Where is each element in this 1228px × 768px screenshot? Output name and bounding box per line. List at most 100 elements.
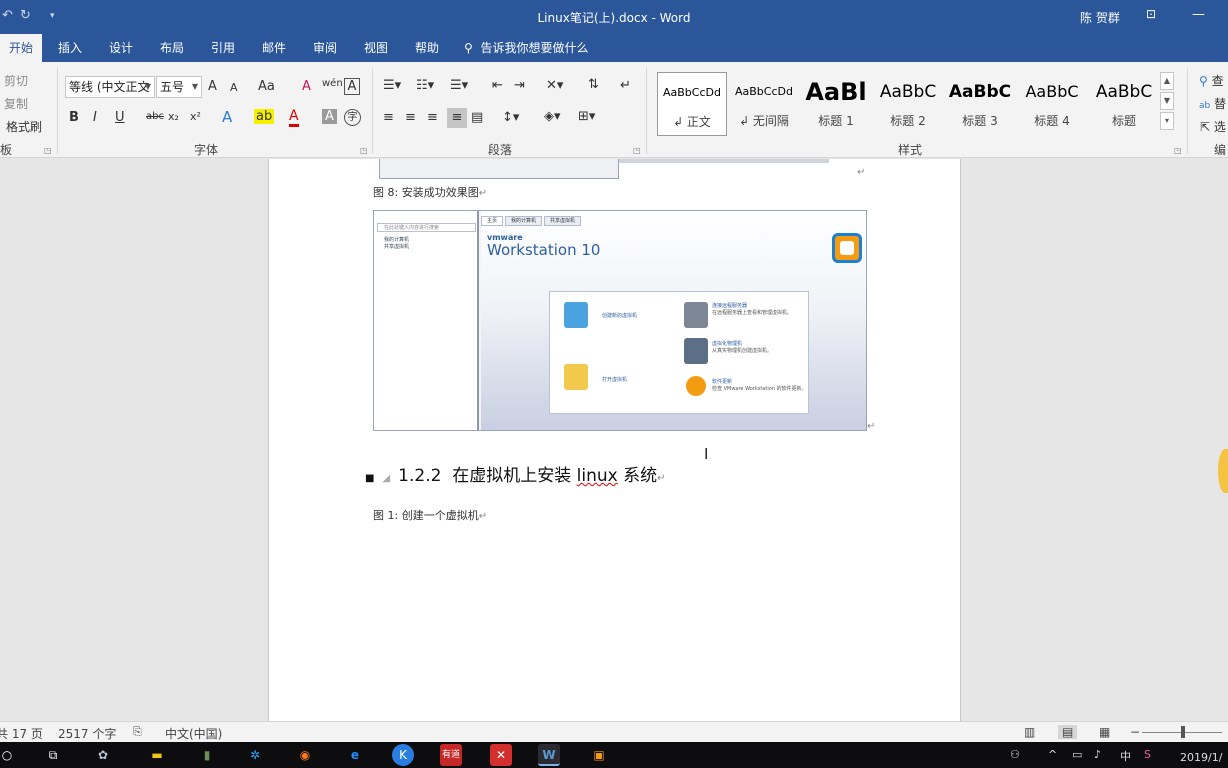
language-indicator[interactable]: 中文(中国) [165, 725, 222, 742]
decrease-indent-icon[interactable]: ⇤ [492, 78, 503, 93]
underline-icon[interactable]: U [115, 110, 125, 125]
style-no-spacing[interactable]: AaBbCcDd ↲ 无间隔 [729, 72, 799, 136]
italic-icon[interactable]: I [93, 110, 97, 125]
subscript-icon[interactable]: x₂ [168, 110, 179, 123]
tab-mailings[interactable]: 邮件 [254, 34, 294, 62]
vmware-screenshot-image[interactable]: 在此处键入内容进行搜索 我的计算机 共享虚拟机 主页 我的计算机 共享虚拟机 vmw… [373, 210, 867, 431]
tell-me-box[interactable]: ⚲ 告诉我你想要做什么 [464, 34, 614, 62]
word-count[interactable]: 2517 个字 [58, 725, 116, 742]
character-border-icon[interactable]: A [344, 78, 360, 95]
bullets-icon[interactable]: ☰▾ [383, 78, 401, 93]
copy-button[interactable]: 复制 [4, 95, 28, 112]
collapse-triangle-icon[interactable]: ◢ [382, 473, 390, 484]
strikethrough-icon[interactable]: abc [146, 111, 164, 122]
font-size-dropdown[interactable]: 五号 ▼ [156, 76, 202, 98]
style-heading-2[interactable]: AaBbC 标题 2 [873, 72, 943, 136]
tab-review[interactable]: 审阅 [305, 34, 345, 62]
tab-view[interactable]: 视图 [356, 34, 396, 62]
ime-indicator[interactable]: 中 [1120, 748, 1131, 764]
asian-layout-icon[interactable]: ✕▾ [546, 78, 563, 93]
font-name-dropdown[interactable]: 等线 (中文正文 ▼ [65, 76, 155, 98]
shading-icon[interactable]: ◈▾ [544, 109, 561, 124]
line-spacing-icon[interactable]: ↕▾ [502, 110, 519, 125]
app-icon[interactable]: ▮ [196, 744, 218, 766]
tab-layout[interactable]: 布局 [152, 34, 192, 62]
show-marks-icon[interactable]: ↵ [620, 78, 631, 93]
find-button[interactable]: ⚲ 查 [1199, 72, 1224, 89]
styles-launcher-icon[interactable]: ◳ [1174, 146, 1182, 155]
increase-indent-icon[interactable]: ⇥ [514, 78, 525, 93]
distributed-icon[interactable]: ▤ [471, 110, 483, 125]
grow-font-icon[interactable]: A [208, 79, 217, 94]
app-icon[interactable]: ✿ [92, 744, 114, 766]
cut-button[interactable]: 剪切 [4, 72, 28, 89]
text-effects-icon[interactable]: A [222, 108, 232, 126]
firefox-icon[interactable]: ◉ [294, 744, 316, 766]
section-heading[interactable]: ■ ◢ 1.2.2 在虚拟机上安装 linux 系统↵ [365, 461, 666, 486]
network-icon[interactable]: ▭ [1072, 748, 1082, 761]
volume-icon[interactable]: ♪ [1094, 748, 1101, 761]
task-view-icon[interactable]: ⧉ [42, 744, 64, 766]
page-count[interactable]: 共 17 页 [0, 725, 43, 742]
clipboard-launcher-icon[interactable]: ◳ [44, 146, 52, 155]
align-right-icon[interactable]: ≡ [427, 110, 438, 125]
shrink-font-icon[interactable]: A [230, 81, 238, 94]
replace-button[interactable]: ab 替 [1199, 95, 1226, 112]
clear-formatting-icon[interactable]: A [302, 79, 311, 94]
read-mode-icon[interactable]: ▥ [1024, 725, 1035, 739]
xmind-icon[interactable]: ✕ [490, 744, 512, 766]
styles-scroll-up-icon[interactable]: ▲ [1160, 72, 1174, 90]
proofing-icon[interactable]: ⎘ [133, 725, 142, 739]
tab-insert[interactable]: 插入 [50, 34, 90, 62]
styles-more-icon[interactable]: ▾ [1160, 112, 1174, 130]
document-area[interactable]: ↵ 图 8: 安装成功效果图↵ 在此处键入内容进行搜索 我的计算机 共享虚拟机 … [0, 159, 1228, 721]
app-k-icon[interactable]: K [392, 744, 414, 766]
figure-caption-1[interactable]: 图 1: 创建一个虚拟机↵ [373, 507, 487, 523]
paragraph-launcher-icon[interactable]: ◳ [633, 146, 641, 155]
sogou-icon[interactable]: S [1144, 748, 1151, 761]
clock[interactable]: 2019/1/ [1180, 751, 1222, 764]
align-left-icon[interactable]: ≡ [383, 110, 394, 125]
zoom-out-icon[interactable]: − [1130, 725, 1140, 739]
ribbon-display-icon[interactable]: ⊡ [1146, 7, 1156, 21]
word-taskbar-icon[interactable]: W [538, 744, 560, 766]
character-shading-icon[interactable]: A [322, 109, 337, 124]
tab-home[interactable]: 开始 [0, 34, 42, 62]
file-explorer-icon[interactable]: ▬ [146, 744, 168, 766]
numbering-icon[interactable]: ☷▾ [416, 78, 434, 93]
tab-references[interactable]: 引用 [203, 34, 243, 62]
highlight-icon[interactable]: ab [254, 109, 275, 124]
people-icon[interactable]: ⚇ [1010, 748, 1020, 761]
web-layout-icon[interactable]: ▦ [1099, 725, 1110, 739]
style-heading-1[interactable]: AaBl 标题 1 [801, 72, 871, 136]
font-color-icon[interactable]: A [289, 108, 299, 127]
tab-design[interactable]: 设计 [101, 34, 141, 62]
tray-expand-icon[interactable]: ^ [1048, 748, 1057, 761]
phonetic-guide-icon[interactable]: wén [322, 78, 343, 89]
superscript-icon[interactable]: x² [190, 110, 201, 123]
tab-help[interactable]: 帮助 [407, 34, 447, 62]
sort-icon[interactable]: ⇅ [588, 77, 599, 92]
edge-icon[interactable]: e [344, 744, 366, 766]
change-case-icon[interactable]: Aa [258, 79, 275, 94]
style-title[interactable]: AaBbC 标题 [1089, 72, 1159, 136]
app-icon[interactable]: ✲ [244, 744, 266, 766]
zoom-slider-thumb[interactable] [1181, 726, 1185, 738]
styles-scroll-down-icon[interactable]: ▼ [1160, 92, 1174, 110]
user-name[interactable]: 陈 贺群 [1080, 9, 1120, 26]
assistant-avatar-icon[interactable] [1218, 449, 1228, 493]
font-launcher-icon[interactable]: ◳ [360, 146, 368, 155]
format-painter-button[interactable]: 格式刷 [6, 118, 42, 135]
enclose-characters-icon[interactable]: 字 [344, 109, 361, 126]
minimize-icon[interactable]: — [1192, 7, 1205, 22]
style-heading-3[interactable]: AaBbC 标题 3 [945, 72, 1015, 136]
borders-icon[interactable]: ⊞▾ [578, 109, 595, 124]
app-red-icon[interactable]: 有道 [440, 744, 462, 766]
justify-icon[interactable]: ≡ [447, 108, 467, 128]
style-normal[interactable]: AaBbCcDd ↲ 正文 [657, 72, 727, 136]
align-center-icon[interactable]: ≡ [405, 110, 416, 125]
multilevel-list-icon[interactable]: ☰▾ [450, 78, 468, 93]
search-icon[interactable]: ○ [0, 744, 18, 766]
bold-icon[interactable]: B [69, 110, 79, 125]
figure-caption-8[interactable]: 图 8: 安装成功效果图↵ [373, 184, 487, 200]
